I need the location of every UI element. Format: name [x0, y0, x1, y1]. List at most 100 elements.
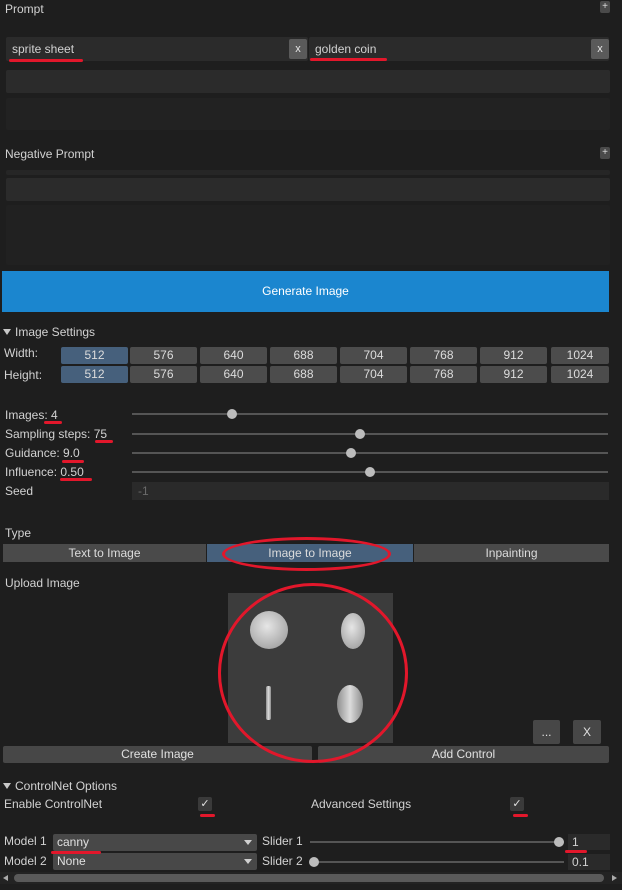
controlnet-title: ControlNet Options — [15, 779, 118, 793]
sampling-steps-value: 75 — [93, 427, 108, 441]
annotation-underline — [200, 814, 215, 817]
annotation-underline — [44, 421, 62, 424]
collapse-triangle-icon — [3, 329, 11, 335]
influence-slider-handle[interactable] — [365, 467, 375, 477]
seed-input[interactable]: -1 — [132, 482, 609, 500]
chevron-down-icon — [244, 840, 252, 845]
slider1-handle[interactable] — [554, 837, 564, 847]
guidance-slider-handle[interactable] — [345, 448, 356, 458]
annotation-underline — [60, 478, 92, 481]
annotation-underline — [513, 814, 528, 817]
image-settings-title: Image Settings — [15, 325, 96, 339]
advanced-settings-checkbox[interactable]: ✓ — [510, 797, 524, 811]
prompt-tag-1-label: sprite sheet — [12, 42, 75, 56]
slider2-value-field[interactable]: 0.1 — [568, 854, 610, 870]
image-settings-header[interactable]: Image Settings — [3, 325, 95, 339]
width-option-1024[interactable]: 1024 — [551, 347, 609, 364]
model1-dropdown[interactable]: canny — [53, 834, 257, 851]
enable-controlnet-checkbox[interactable]: ✓ — [198, 797, 212, 811]
enable-controlnet-label: Enable ControlNet — [4, 797, 103, 811]
width-option-688[interactable]: 688 — [270, 347, 337, 364]
browse-image-button[interactable]: ... — [533, 720, 560, 744]
negative-prompt-input[interactable] — [6, 178, 610, 201]
annotation-underline — [62, 460, 84, 463]
guidance-label: Guidance: 9.0 — [5, 446, 80, 460]
controlnet-header[interactable]: ControlNet Options — [3, 779, 117, 793]
chevron-down-icon — [244, 859, 252, 864]
annotation-underline — [51, 851, 101, 854]
negative-prompt-extra-area — [6, 205, 610, 265]
sampling-steps-slider-handle[interactable] — [355, 429, 366, 439]
images-label: Images: 4 — [5, 408, 58, 422]
height-option-1024[interactable]: 1024 — [551, 366, 609, 383]
slider2-handle[interactable] — [309, 857, 319, 867]
model2-label: Model 2 — [4, 854, 47, 868]
width-option-576[interactable]: 576 — [130, 347, 197, 364]
width-option-912[interactable]: 912 — [480, 347, 547, 364]
model2-dropdown[interactable]: None — [53, 853, 257, 870]
horizontal-scrollbar[interactable] — [0, 872, 622, 884]
annotation-underline — [95, 440, 113, 443]
height-option-576[interactable]: 576 — [130, 366, 197, 383]
height-option-512[interactable]: 512 — [61, 366, 128, 383]
images-slider-track[interactable] — [132, 413, 608, 415]
prompt-title: Prompt — [5, 2, 44, 16]
slider1-track[interactable] — [310, 841, 564, 843]
annotation-underline — [565, 850, 587, 853]
slider1-value-field[interactable]: 1 — [568, 834, 610, 850]
model1-value: canny — [57, 835, 90, 849]
generate-image-button[interactable]: Generate Image — [2, 271, 609, 312]
negative-prompt-add-button[interactable]: + — [600, 147, 610, 159]
height-label: Height: — [4, 368, 43, 382]
scrollbar-thumb[interactable] — [14, 874, 604, 882]
sampling-steps-label: Sampling steps: 75 — [5, 427, 107, 441]
scroll-right-icon[interactable] — [612, 875, 617, 881]
influence-value: 0.50 — [60, 465, 84, 479]
upload-image-title: Upload Image — [5, 576, 80, 590]
height-option-688[interactable]: 688 — [270, 366, 337, 383]
width-option-768[interactable]: 768 — [410, 347, 477, 364]
model1-label: Model 1 — [4, 834, 47, 848]
advanced-settings-label: Advanced Settings — [311, 797, 412, 811]
prompt-tag-2-remove-button[interactable]: x — [591, 39, 609, 59]
guidance-slider-track[interactable] — [132, 452, 608, 454]
height-option-640[interactable]: 640 — [200, 366, 267, 383]
negative-prompt-title: Negative Prompt — [5, 147, 95, 161]
prompt-tag-2-label: golden coin — [315, 42, 377, 56]
tab-text-to-image[interactable]: Text to Image — [3, 544, 206, 562]
collapse-triangle-icon — [3, 783, 11, 789]
width-option-704[interactable]: 704 — [340, 347, 407, 364]
guidance-label-text: Guidance: — [5, 446, 60, 460]
height-option-912[interactable]: 912 — [480, 366, 547, 383]
sampling-steps-slider-track[interactable] — [132, 433, 608, 435]
width-option-640[interactable]: 640 — [200, 347, 267, 364]
slider2-track[interactable] — [310, 861, 564, 863]
negative-prompt-divider — [6, 170, 610, 175]
scroll-left-icon[interactable] — [3, 875, 8, 881]
type-title: Type — [5, 526, 32, 540]
annotation-underline — [9, 59, 83, 62]
annotation-circle — [222, 537, 391, 571]
prompt-tag-1-remove-button[interactable]: x — [289, 39, 307, 59]
model2-value: None — [57, 854, 86, 868]
width-label: Width: — [4, 346, 39, 360]
prompt-tag-1[interactable]: sprite sheet — [6, 37, 308, 61]
clear-image-button[interactable]: X — [573, 720, 601, 744]
annotation-underline — [310, 58, 387, 61]
slider2-label: Slider 2 — [262, 854, 303, 868]
images-value: 4 — [51, 408, 58, 422]
height-option-704[interactable]: 704 — [340, 366, 407, 383]
images-slider-handle[interactable] — [226, 409, 237, 419]
guidance-value: 9.0 — [63, 446, 80, 460]
width-option-512[interactable]: 512 — [61, 347, 128, 364]
influence-label: Influence: 0.50 — [5, 465, 84, 479]
prompt-input[interactable] — [6, 70, 610, 93]
influence-label-text: Influence: — [5, 465, 58, 479]
slider1-label: Slider 1 — [262, 834, 303, 848]
seed-label: Seed — [5, 484, 34, 498]
annotation-circle — [218, 583, 408, 763]
prompt-add-button[interactable]: + — [600, 1, 610, 13]
height-option-768[interactable]: 768 — [410, 366, 477, 383]
images-label-text: Images: — [5, 408, 48, 422]
tab-inpainting[interactable]: Inpainting — [414, 544, 609, 562]
